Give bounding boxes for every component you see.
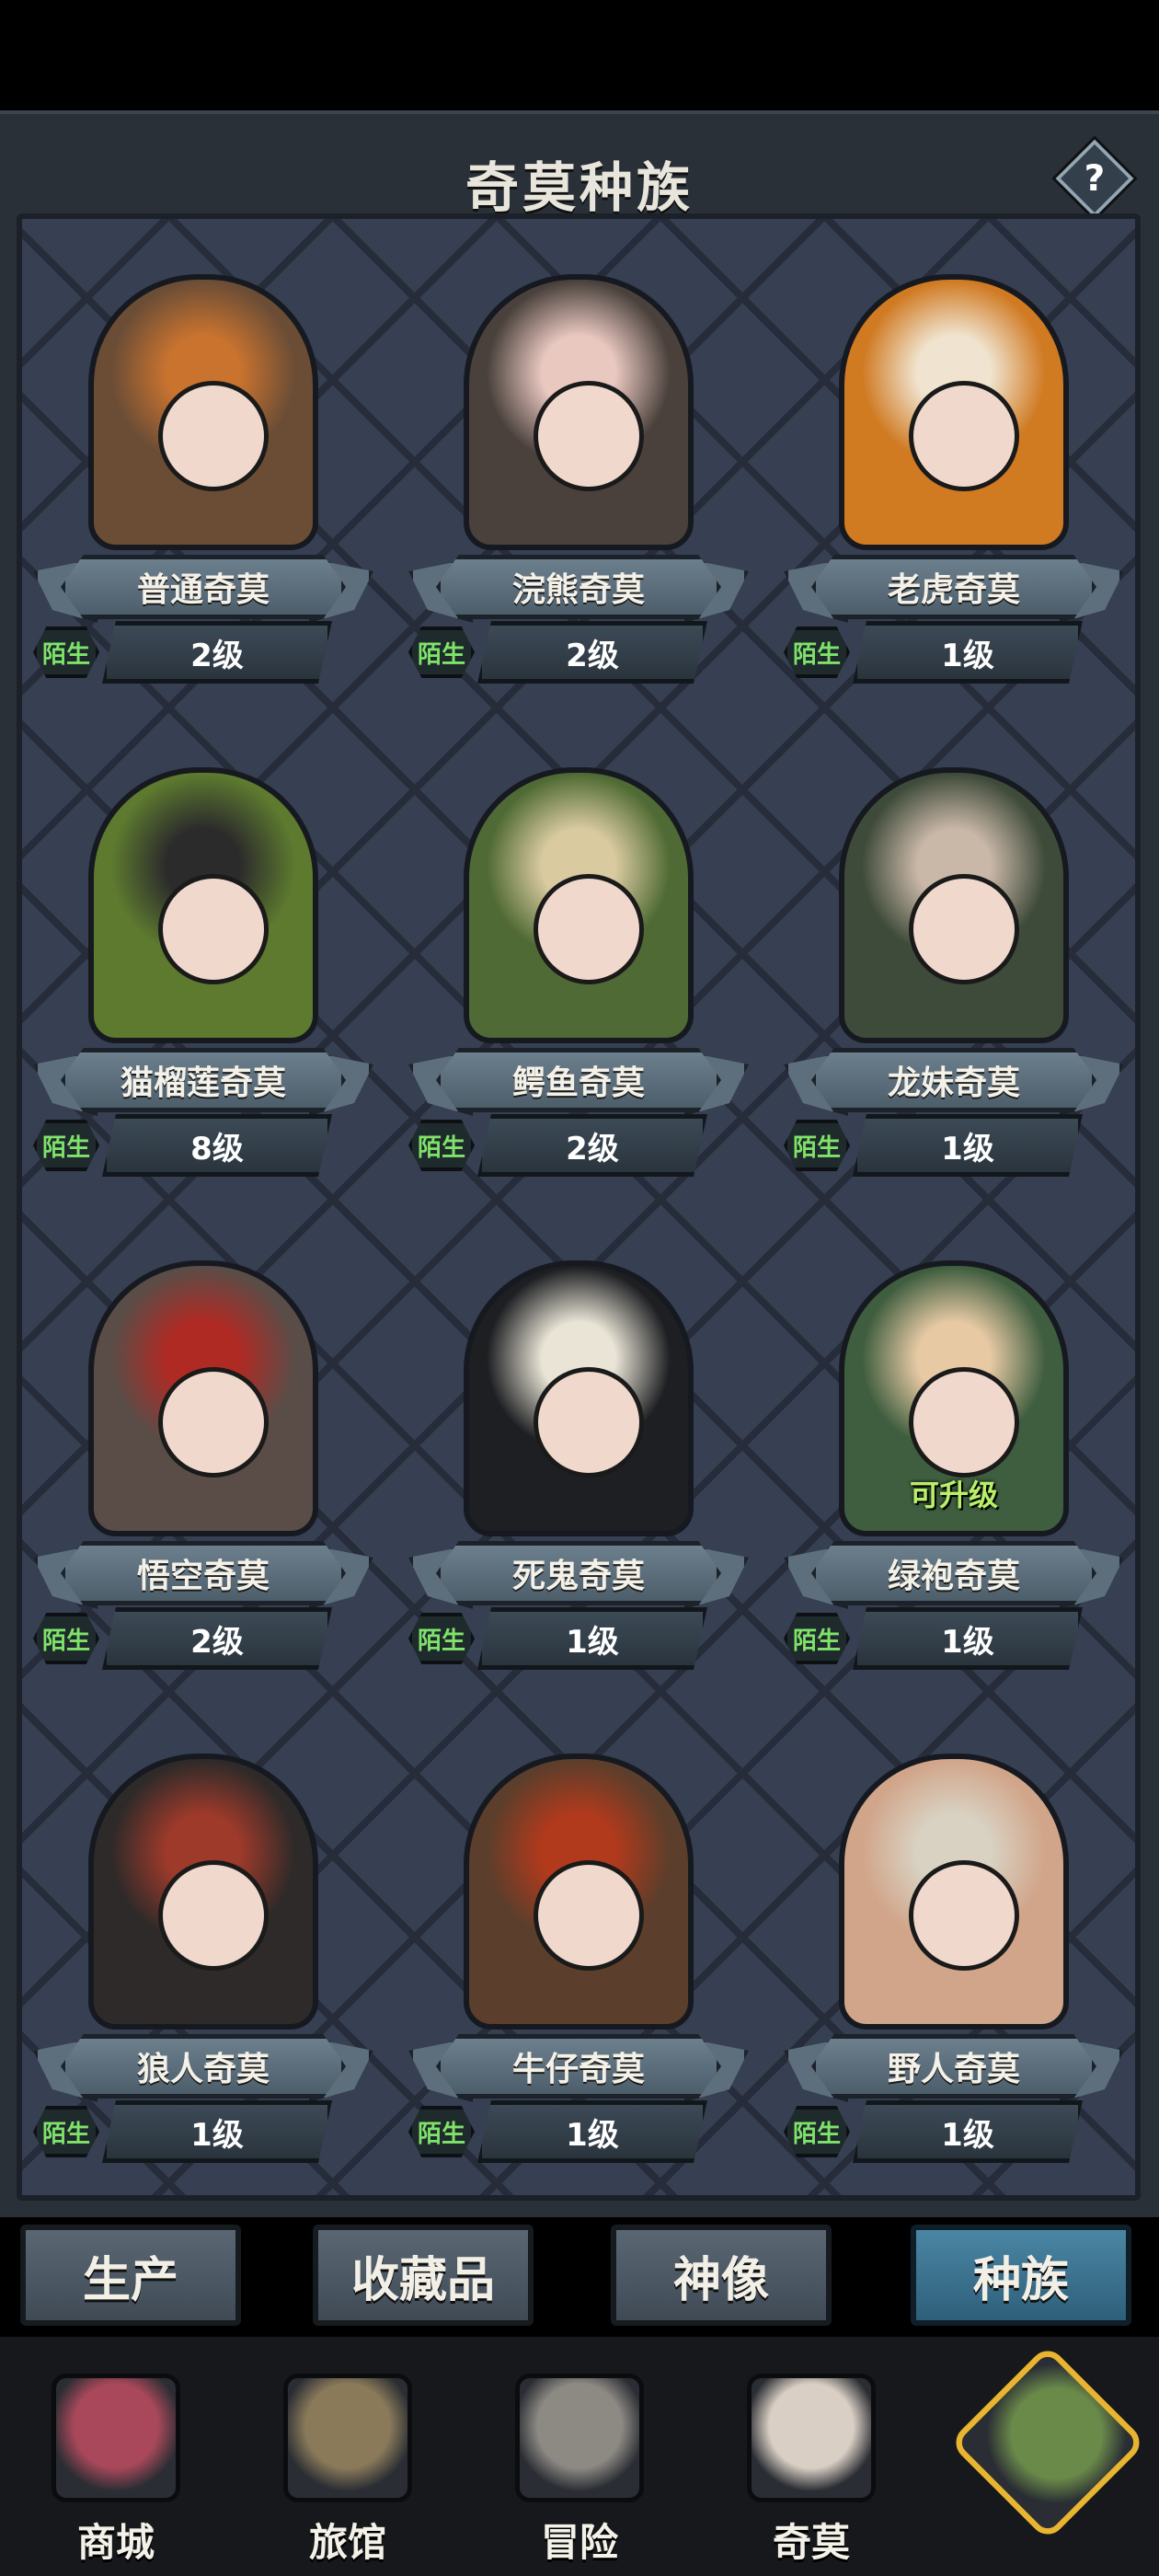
race-level: 1级 [853, 1607, 1083, 1670]
race-card[interactable]: 牛仔奇莫 1级 陌生 [399, 1717, 758, 2195]
familiarity-badge: 陌生 [33, 1120, 99, 1171]
nav-item[interactable]: 商城 [15, 2337, 217, 2576]
race-card[interactable]: 龙妹奇莫 1级 陌生 [775, 730, 1133, 1209]
familiarity-badge: 陌生 [784, 2106, 850, 2157]
race-grid: 普通奇莫 2级 陌生 浣熊奇莫 2级 陌生 老虎奇莫 1级 陌生 猫榴莲奇莫 8级 陌生 鳄鱼奇莫 2级陌… [17, 213, 1141, 2201]
race-level: 1级 [102, 2100, 332, 2163]
race-portrait [464, 274, 694, 550]
race-plaque: 死鬼奇莫 1级 陌生 [408, 1541, 749, 1679]
race-portrait [464, 1260, 694, 1536]
race-level: 2级 [477, 1114, 707, 1177]
island-map-icon [948, 2343, 1147, 2542]
race-card[interactable]: 老虎奇莫 1级 陌生 [775, 237, 1133, 716]
question-mark-icon: ? [1084, 157, 1106, 200]
race-portrait [88, 1260, 318, 1536]
familiarity-badge: 陌生 [784, 1120, 850, 1171]
nav-label: 商城 [76, 2520, 155, 2565]
familiarity-badge: 陌生 [784, 1613, 850, 1664]
race-name: 鳄鱼奇莫 [436, 1048, 721, 1112]
race-portrait [839, 274, 1069, 550]
race-plaque: 鳄鱼奇莫 2级 陌生 [408, 1048, 749, 1186]
race-name: 老虎奇莫 [811, 555, 1096, 619]
crossed-swords-icon [515, 2374, 644, 2502]
nav-label: 旅馆 [308, 2520, 386, 2565]
race-name: 悟空奇莫 [61, 1541, 346, 1605]
race-name: 死鬼奇莫 [436, 1541, 721, 1605]
tab-statues[interactable]: 神像 [611, 2225, 832, 2326]
status-bar [0, 0, 1159, 110]
race-level: 1级 [477, 1607, 707, 1670]
race-name: 普通奇莫 [61, 555, 346, 619]
nav-label: 冒险 [540, 2520, 618, 2565]
nav-item[interactable]: 奇莫 [710, 2337, 912, 2576]
familiarity-badge: 陌生 [33, 2106, 99, 2157]
races-panel: 奇莫种族 ? 普通奇莫 2级 陌生 浣熊奇莫 2级 陌生 老虎奇莫 1级 陌生 猫榴莲奇莫 8级 陌生… [0, 110, 1159, 2217]
race-card[interactable]: 猫榴莲奇莫 8级 陌生 [24, 730, 383, 1209]
race-portrait [88, 767, 318, 1043]
race-name: 野人奇莫 [811, 2034, 1096, 2099]
race-portrait [88, 1754, 318, 2030]
race-name: 绿袍奇莫 [811, 1541, 1096, 1605]
tab-races[interactable]: 种族 [911, 2225, 1131, 2326]
race-portrait [464, 767, 694, 1043]
race-plaque: 浣熊奇莫 2级 陌生 [408, 555, 749, 693]
race-level: 2级 [477, 621, 707, 684]
race-card[interactable]: 悟空奇莫 2级 陌生 [24, 1224, 383, 1702]
race-card[interactable]: 普通奇莫 2级 陌生 [24, 237, 383, 716]
nav-item[interactable]: 冒险 [478, 2337, 681, 2576]
familiarity-badge: 陌生 [408, 1613, 475, 1664]
tab-collectibles[interactable]: 收藏品 [313, 2225, 534, 2326]
nav-label: 奇莫 [772, 2520, 850, 2565]
race-level: 1级 [853, 2100, 1083, 2163]
familiarity-badge: 陌生 [408, 2106, 475, 2157]
shop-icon [52, 2374, 180, 2502]
bottom-navigation: 商城 旅馆 冒险 奇莫 [0, 2337, 1159, 2576]
race-name: 牛仔奇莫 [436, 2034, 721, 2099]
race-level: 1级 [853, 621, 1083, 684]
race-card[interactable]: 可升级绿袍奇莫 1级 陌生 [775, 1224, 1133, 1702]
race-level: 1级 [853, 1114, 1083, 1177]
race-plaque: 牛仔奇莫 1级 陌生 [408, 2034, 749, 2172]
race-portrait [88, 274, 318, 550]
familiarity-badge: 陌生 [784, 627, 850, 678]
race-card[interactable]: 狼人奇莫 1级 陌生 [24, 1717, 383, 2195]
race-portrait [839, 1754, 1069, 2030]
race-plaque: 普通奇莫 2级 陌生 [33, 555, 373, 693]
qimo-character-icon [747, 2374, 876, 2502]
race-plaque: 老虎奇莫 1级 陌生 [784, 555, 1124, 693]
familiarity-badge: 陌生 [408, 627, 475, 678]
race-card[interactable]: 浣熊奇莫 2级 陌生 [399, 237, 758, 716]
race-level: 8级 [102, 1114, 332, 1177]
race-name: 猫榴莲奇莫 [61, 1048, 346, 1112]
race-name: 浣熊奇莫 [436, 555, 721, 619]
race-plaque: 猫榴莲奇莫 8级 陌生 [33, 1048, 373, 1186]
familiarity-badge: 陌生 [408, 1120, 475, 1171]
category-tabs: 生产 收藏品 神像 种族 [0, 2217, 1159, 2337]
race-card[interactable]: 野人奇莫 1级 陌生 [775, 1717, 1133, 2195]
race-card[interactable]: 鳄鱼奇莫 2级 陌生 [399, 730, 758, 1209]
race-name: 龙妹奇莫 [811, 1048, 1096, 1112]
race-plaque: 绿袍奇莫 1级 陌生 [784, 1541, 1124, 1679]
race-card[interactable]: 死鬼奇莫 1级 陌生 [399, 1224, 758, 1702]
race-plaque: 悟空奇莫 2级 陌生 [33, 1541, 373, 1679]
familiarity-badge: 陌生 [33, 1613, 99, 1664]
race-plaque: 野人奇莫 1级 陌生 [784, 2034, 1124, 2172]
race-plaque: 龙妹奇莫 1级 陌生 [784, 1048, 1124, 1186]
tab-production[interactable]: 生产 [20, 2225, 241, 2326]
race-plaque: 狼人奇莫 1级 陌生 [33, 2034, 373, 2172]
nav-item[interactable] [942, 2337, 1147, 2576]
race-portrait [839, 767, 1069, 1043]
race-portrait [464, 1754, 694, 2030]
upgradeable-label: 可升级 [909, 1478, 998, 1512]
nav-item[interactable]: 旅馆 [247, 2337, 449, 2576]
race-name: 狼人奇莫 [61, 2034, 346, 2099]
race-level: 2级 [102, 621, 332, 684]
race-level: 1级 [477, 2100, 707, 2163]
familiarity-badge: 陌生 [33, 627, 99, 678]
inn-gate-icon [283, 2374, 412, 2502]
race-level: 2级 [102, 1607, 332, 1670]
